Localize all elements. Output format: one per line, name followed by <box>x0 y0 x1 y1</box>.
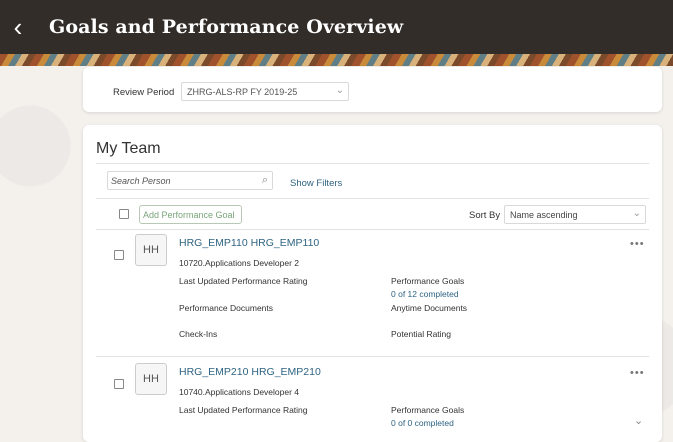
show-filters-link[interactable]: Show Filters <box>290 178 342 189</box>
row-checkbox[interactable] <box>114 250 124 260</box>
review-period-select[interactable]: ZHRG-ALS-RP FY 2019-25 ⌄ <box>181 82 349 101</box>
avatar-initials: HH <box>143 373 159 385</box>
more-icon[interactable]: ••• <box>630 367 645 379</box>
performance-goals-value[interactable]: 0 of 12 completed <box>391 289 459 299</box>
select-all-checkbox[interactable] <box>119 209 129 219</box>
sort-by-select[interactable]: Name ascending ⌄ <box>504 205 646 224</box>
avatar-initials: HH <box>143 244 159 256</box>
check-ins-label: Check-Ins <box>179 329 218 339</box>
avatar: HH <box>135 363 167 395</box>
my-team-card: My Team Search Person ⌕ Show Filters Add… <box>83 125 662 442</box>
last-updated-rating-label: Last Updated Performance Rating <box>179 276 308 286</box>
chevron-down-icon: ⌄ <box>632 208 641 219</box>
row-checkbox[interactable] <box>114 379 124 389</box>
potential-rating-label: Potential Rating <box>391 329 452 339</box>
employee-position: 10740.Applications Developer 4 <box>179 387 300 397</box>
chevron-down-icon[interactable]: ⌄ <box>634 414 643 427</box>
divider <box>96 198 649 199</box>
performance-goals-label: Performance Goals <box>391 405 465 415</box>
review-period-card: Review Period ZHRG-ALS-RP FY 2019-25 ⌄ <box>83 67 662 112</box>
chevron-down-icon: ⌄ <box>335 85 344 96</box>
performance-documents-label: Performance Documents <box>179 303 274 313</box>
my-team-title: My Team <box>96 140 161 157</box>
decorative-banner <box>0 54 673 66</box>
search-placeholder: Search Person <box>111 176 171 186</box>
employee-name-link[interactable]: HRG_EMP110 HRG_EMP110 <box>179 237 319 249</box>
performance-goals-value[interactable]: 0 of 0 completed <box>391 418 454 428</box>
back-chevron-icon[interactable]: ‹ <box>10 14 26 40</box>
anytime-documents-label: Anytime Documents <box>391 303 468 313</box>
search-person-input[interactable]: Search Person ⌕ <box>107 171 273 190</box>
review-period-label: Review Period <box>113 87 175 98</box>
divider <box>96 356 649 357</box>
add-performance-goal-button[interactable]: Add Performance Goal <box>139 205 242 224</box>
employee-name-link[interactable]: HRG_EMP210 HRG_EMP210 <box>179 366 321 378</box>
divider <box>96 163 649 164</box>
performance-goals-label: Performance Goals <box>391 276 465 286</box>
search-icon[interactable]: ⌕ <box>262 174 268 187</box>
page-title: Goals and Performance Overview <box>49 16 404 38</box>
sort-by-label: Sort By <box>469 210 501 221</box>
avatar: HH <box>135 234 167 266</box>
more-icon[interactable]: ••• <box>630 238 645 250</box>
review-period-value: ZHRG-ALS-RP FY 2019-25 <box>187 87 298 97</box>
sort-by-value: Name ascending <box>510 210 578 220</box>
employee-position: 10720.Applications Developer 2 <box>179 258 300 268</box>
app-header: ‹ Goals and Performance Overview <box>0 0 673 54</box>
last-updated-rating-label: Last Updated Performance Rating <box>179 405 308 415</box>
divider <box>96 229 649 230</box>
add-performance-goal-label: Add Performance Goal <box>143 210 235 220</box>
